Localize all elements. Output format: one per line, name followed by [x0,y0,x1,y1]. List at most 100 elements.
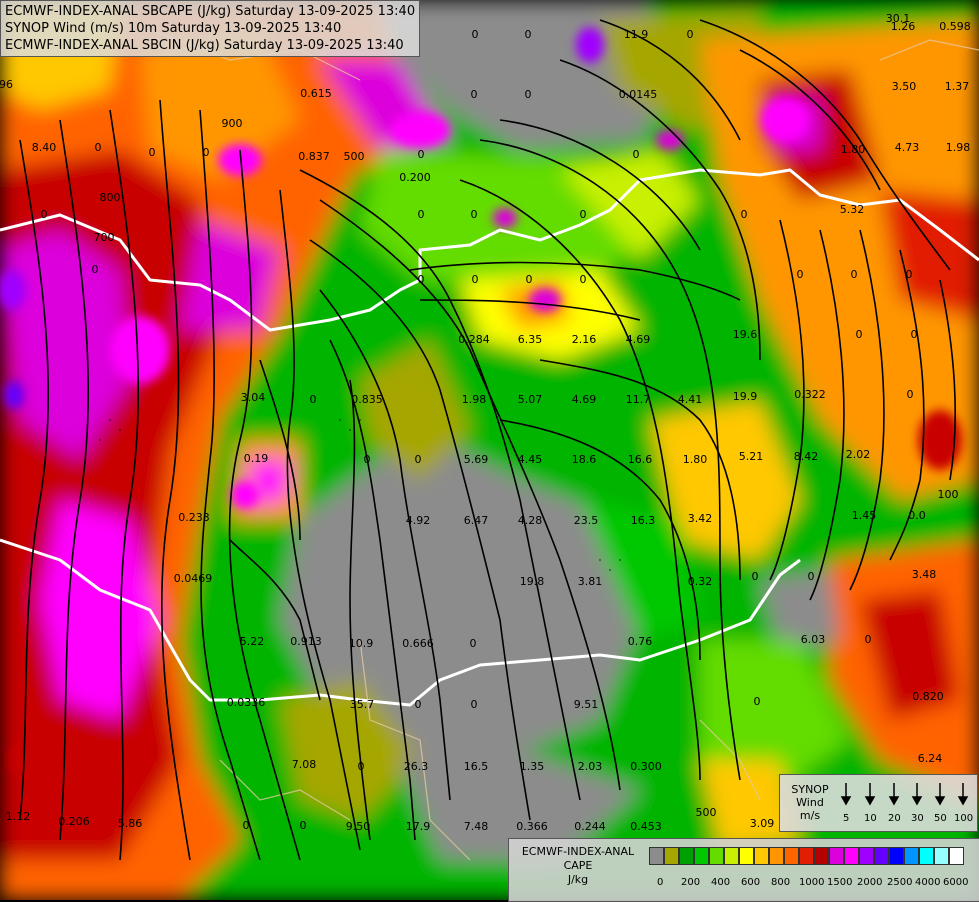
cape-tick: 2000 [857,877,883,888]
value-label: 0 [471,208,478,221]
value-label: 0 [418,273,425,286]
cape-tick: 4000 [915,877,941,888]
value-label: 0.837 [298,150,330,163]
value-label: 0.366 [516,820,548,833]
value-label: 0 [797,268,804,281]
wind-barbs [840,783,969,806]
value-label: 3.48 [912,568,937,581]
value-label: 0.32 [688,575,713,588]
value-label: 0 [203,146,210,159]
value-label: 0 [865,633,872,646]
value-label: 0 [310,393,317,406]
value-label: 0 [470,637,477,650]
value-label: 11.9 [624,28,649,41]
value-label: 0 [526,273,533,286]
value-label: 7.48 [464,820,489,833]
cape-swatch [814,847,829,865]
cape-swatch [799,847,814,865]
value-label: 5.86 [118,817,143,830]
cape-swatch [664,847,679,865]
value-label: 30.1 [886,12,911,25]
value-label: 4.41 [678,393,703,406]
value-label: 2.03 [578,760,603,773]
value-label: 500 [696,806,717,819]
value-label: 18.6 [572,453,597,466]
value-label: 1.45 [852,509,877,522]
value-label: 100 [938,488,959,501]
value-label: 0 [300,819,307,832]
value-label: 0 [856,328,863,341]
cape-swatch [709,847,724,865]
value-label: 0 [580,208,587,221]
value-label: 0 [41,208,48,221]
value-label: 1.80 [683,453,708,466]
value-label: 2.02 [846,448,871,461]
value-label: 0 [364,453,371,466]
cape-legend-title2: CAPE [563,859,593,872]
cape-swatch [754,847,769,865]
value-label: 16.5 [464,760,489,773]
cape-tick: 1500 [827,877,853,888]
cape-field [0,0,979,900]
value-label: 0.76 [628,635,653,648]
value-label: 2.16 [572,333,597,346]
value-label: 9.51 [574,698,599,711]
value-label: 1.98 [946,141,971,154]
value-label: 0 [752,570,759,583]
value-label: 0 [471,698,478,711]
cape-map: 0 0 11.9 01.26 0.59830.1960.615 0 0 0.01453.50 1… [0,0,979,900]
value-label: 0 [149,146,156,159]
wind-value-2: 20 [888,813,901,824]
value-label: 0 [471,88,478,101]
value-label: 500 [344,150,365,163]
value-label: 0 [415,453,422,466]
cape-swatch [904,847,919,865]
cape-swatch [874,847,889,865]
value-label: 11.7 [626,393,651,406]
value-label: 3.04 [241,391,266,404]
value-label: 0.0145 [619,88,658,101]
header-line-cape: ECMWF-INDEX-ANAL SBCAPE (J/kg) Saturday … [5,4,416,19]
value-label: 4.92 [406,514,431,527]
value-label: 0 [906,268,913,281]
value-label: 0 [580,273,587,286]
value-label: 0.835 [351,393,383,406]
value-label: 6.24 [918,752,943,765]
value-label: 0 [243,819,250,832]
value-label: 96 [0,78,13,91]
value-label: 4.69 [626,333,651,346]
value-label: 3.09 [750,817,775,830]
value-label: 6.47 [464,514,489,527]
value-label: 4.73 [895,141,920,154]
map-header: ECMWF-INDEX-ANAL SBCAPE (J/kg) Saturday … [0,0,421,57]
value-label: 0.206 [58,815,90,828]
cape-tick: 6000 [943,877,969,888]
cape-tick: 0 [657,877,664,888]
value-label: 1.12 [6,810,31,823]
value-label: 16.3 [631,514,656,527]
value-label: 0 [472,273,479,286]
cape-swatch [769,847,784,865]
value-label: 0 [525,88,532,101]
value-label: 6.35 [518,333,543,346]
value-label: 19.6 [733,328,758,341]
value-label: 4.69 [572,393,597,406]
value-label: 3.42 [688,512,713,525]
value-label: 0 [911,328,918,341]
wind-legend: SYNOP Wind m/s 5 10 20 30 50 100 [779,774,978,832]
value-label: 0.300 [630,760,662,773]
cape-swatch [889,847,904,865]
wind-value-0: 5 [843,813,850,824]
cape-legend-title1: ECMWF-INDEX-ANAL [521,845,635,858]
cape-swatch [934,847,949,865]
header-line-cin: ECMWF-INDEX-ANAL SBCIN (J/kg) Saturday 1… [5,38,404,53]
cape-swatch [859,847,874,865]
value-label: 5.21 [739,450,764,463]
value-label: 10.9 [349,637,374,650]
value-label: 19.8 [520,575,545,588]
value-label: 0.0336 [227,696,266,709]
value-label: 700 [94,231,115,244]
cape-tick: 2500 [887,877,913,888]
value-label: 5.07 [518,393,543,406]
cape-swatch [649,847,664,865]
